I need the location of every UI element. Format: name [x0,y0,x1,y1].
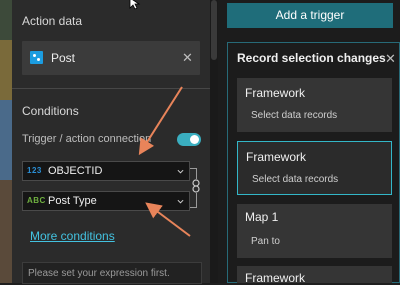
trigger-title: Record selection changes [237,51,386,65]
number-type-icon: 123 [27,166,42,175]
action-data-heading: Action data [22,14,83,28]
remove-action-icon[interactable]: ✕ [182,51,193,64]
expression-box[interactable]: Please set your expression first. [22,262,202,284]
expression-placeholder: Please set your expression first. [28,268,170,279]
chevron-down-icon [177,169,184,174]
action-card-subtitle: Select data records [252,174,339,185]
action-card-title: Framework [245,86,306,100]
action-card-title: Map 1 [245,210,279,224]
mouse-cursor-icon [129,0,141,10]
action-card-title: Framework [246,150,307,164]
action-card-subtitle: Pan to [251,236,280,247]
toggle-knob [190,135,199,144]
string-type-icon: ABC [27,196,46,205]
widget-icon [30,51,43,64]
strip-block [0,40,12,100]
action-card-subtitle: Select data records [251,110,338,121]
add-trigger-button[interactable]: Add a trigger [227,3,393,28]
action-field-select[interactable]: ABC Post Type [22,191,190,211]
section-divider [12,88,210,89]
field-name: Post Type [48,195,97,207]
conditions-heading: Conditions [22,104,79,118]
more-conditions-link[interactable]: More conditions [30,229,115,243]
strip-block [0,180,12,283]
action-card-selected[interactable]: Framework Select data records [237,141,392,195]
chevron-down-icon [177,199,184,204]
strip-block [0,0,12,40]
action-item-label: Post [51,51,76,65]
action-card[interactable]: Framework Select data records [237,78,392,132]
scrollbar-thumb[interactable] [211,0,217,60]
link-icon [191,179,201,193]
connection-toggle[interactable] [177,133,201,146]
connection-label: Trigger / action connection [22,133,152,145]
action-data-item[interactable]: Post ✕ [22,41,200,75]
action-card[interactable]: Framework [237,266,392,285]
action-card[interactable]: Map 1 Pan to [237,204,392,258]
field-name: OBJECTID [48,165,103,177]
left-edge-strip [0,0,12,283]
strip-block [0,100,12,180]
trigger-field-select[interactable]: 123 OBJECTID [22,161,190,181]
scrollbar[interactable] [210,0,218,283]
close-icon[interactable]: ✕ [385,52,396,65]
